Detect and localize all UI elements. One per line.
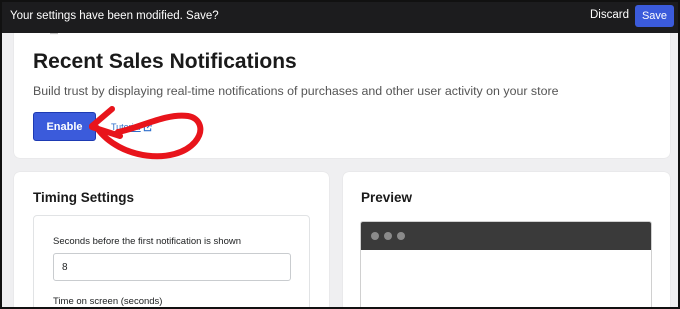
timing-settings-title: Timing Settings	[33, 190, 135, 205]
save-bar-message: Your settings have been modified. Save?	[10, 10, 219, 22]
tutorial-link-label: Tutorial	[111, 122, 141, 132]
first-delay-input[interactable]	[53, 253, 291, 281]
discard-button[interactable]: Discard	[590, 9, 629, 21]
save-button[interactable]: Save	[635, 5, 674, 27]
save-bar: Your settings have been modified. Save? …	[0, 0, 680, 33]
window-dot-icon	[397, 232, 405, 240]
first-delay-label: Seconds before the first notification is…	[53, 236, 241, 247]
page-description: Build trust by displaying real-time noti…	[33, 84, 559, 98]
browser-titlebar	[361, 222, 651, 250]
browser-mockup	[360, 221, 652, 309]
time-on-screen-label: Time on screen (seconds)	[53, 296, 163, 307]
preview-title: Preview	[361, 190, 413, 205]
clipped-text: — ¯¯ ¯¯¯¯	[50, 33, 89, 37]
page-title: Recent Sales Notifications	[33, 50, 297, 73]
window-dot-icon	[371, 232, 379, 240]
tutorial-link[interactable]: Tutorial	[111, 122, 152, 132]
external-link-icon	[143, 122, 152, 131]
window-dot-icon	[384, 232, 392, 240]
enable-button[interactable]: Enable	[33, 112, 96, 141]
